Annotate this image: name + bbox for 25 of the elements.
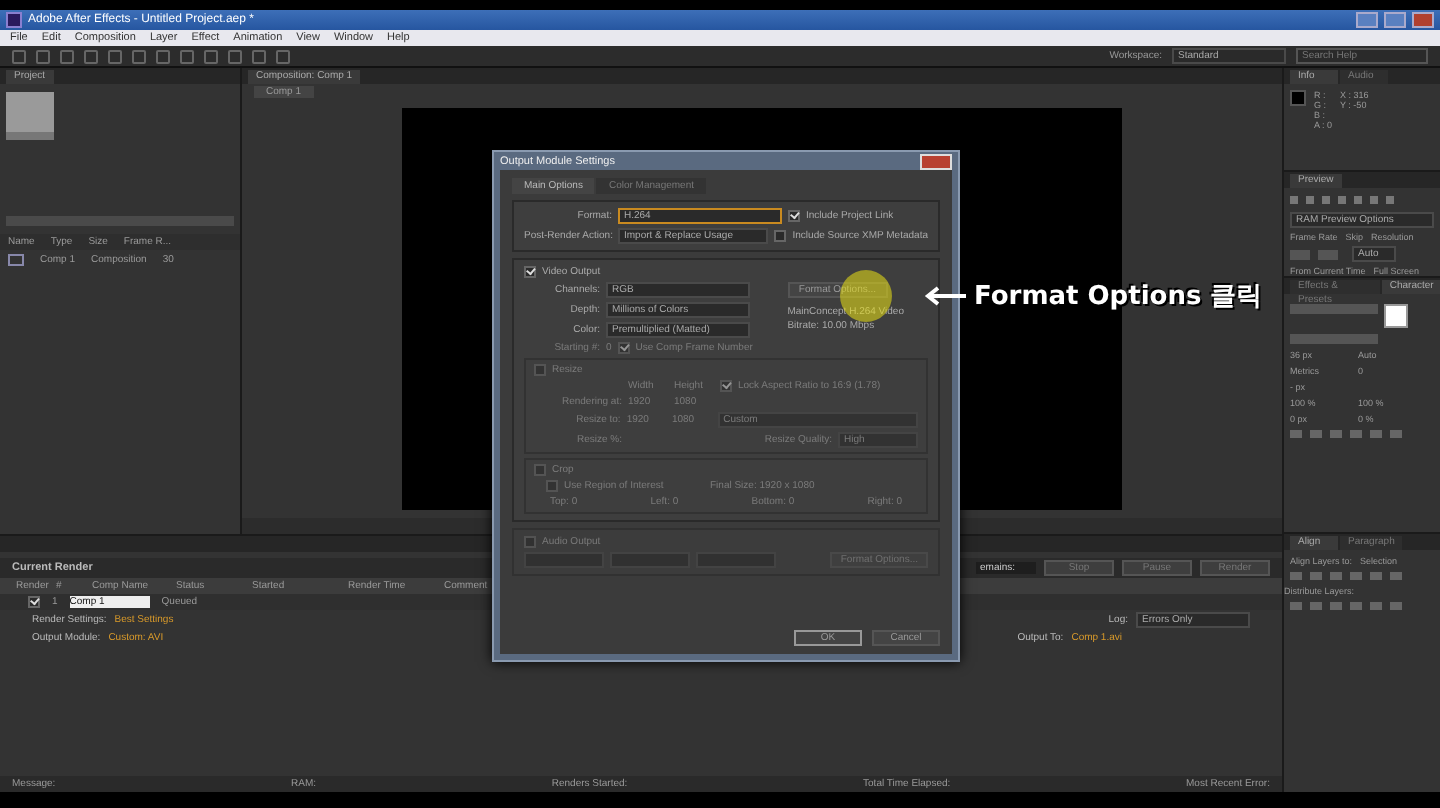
checkbox[interactable] [617, 342, 630, 354]
checkbox[interactable] [534, 464, 546, 476]
close-button[interactable] [1412, 12, 1434, 28]
minimize-button[interactable] [1356, 12, 1378, 28]
checkbox[interactable] [788, 210, 800, 222]
frame-rate-field[interactable] [1290, 249, 1310, 259]
composition-icon [8, 254, 24, 266]
render-checkbox[interactable] [28, 596, 40, 608]
checkbox[interactable] [524, 536, 536, 548]
color-swatches-icon[interactable] [1384, 304, 1408, 328]
checkbox[interactable] [524, 266, 536, 278]
annotation-text: Format Options 클릭 [974, 280, 1263, 314]
checkbox[interactable] [546, 480, 558, 492]
checkbox[interactable] [774, 230, 787, 242]
maximize-button[interactable] [1384, 12, 1406, 28]
skip-field[interactable] [1318, 249, 1338, 259]
app-icon [6, 12, 22, 28]
font-field[interactable] [1290, 304, 1378, 314]
checkbox[interactable] [534, 364, 546, 376]
thumbnail-placeholder [6, 92, 54, 140]
arrow-icon [924, 286, 968, 306]
font-style-field[interactable] [1290, 334, 1378, 344]
checkbox[interactable] [720, 380, 732, 392]
color-swatch [1290, 90, 1306, 106]
close-button[interactable] [920, 153, 952, 169]
